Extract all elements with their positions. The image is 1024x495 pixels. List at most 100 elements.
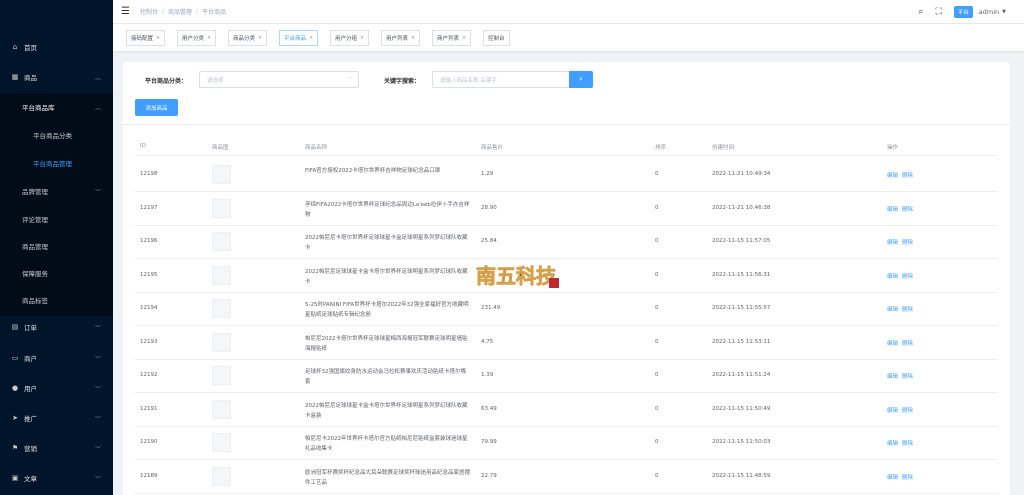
- row-actions: 编辑 删除: [887, 171, 917, 179]
- menu-toggle-icon[interactable]: ☰: [121, 6, 130, 17]
- sidebar-item-label: 文章: [24, 475, 37, 483]
- close-icon[interactable]: ×: [207, 35, 211, 41]
- add-goods-button[interactable]: 添加商品: [135, 99, 178, 116]
- delete-link[interactable]: 删除: [902, 240, 913, 246]
- sidebar-item-goods-manage[interactable]: 商品管理: [0, 239, 113, 253]
- edit-link[interactable]: 编辑: [887, 408, 898, 414]
- delete-link[interactable]: 删除: [902, 475, 913, 481]
- product-thumbnail[interactable]: [212, 467, 231, 486]
- edit-link[interactable]: 编辑: [887, 341, 898, 347]
- sidebar-item-user[interactable]: ● 用户 ﹀: [0, 381, 113, 395]
- close-icon[interactable]: ×: [360, 35, 364, 41]
- sidebar-item-goods-tag[interactable]: 商品标签: [0, 293, 113, 307]
- sidebar-item-platform-goods-lib[interactable]: 平台商品库 ︿: [0, 100, 113, 114]
- tags-view: 接码配置 × 用户分类 × 商品分类 × 平台商品 × 用户分组 × 用户列表 × 商户列表…: [113, 24, 1024, 52]
- product-thumbnail[interactable]: [212, 165, 231, 184]
- cell-sort: 0: [655, 272, 659, 278]
- search-button[interactable]: ⌕: [569, 71, 593, 88]
- cell-price: 28.90: [481, 205, 497, 211]
- product-thumbnail[interactable]: [212, 333, 231, 352]
- cell-price: 1.39: [481, 372, 494, 378]
- sidebar-item-article[interactable]: ▣ 文章 ﹀: [0, 471, 113, 485]
- delete-link[interactable]: 删除: [902, 207, 913, 213]
- cell-id: 12195: [140, 272, 158, 278]
- edit-link[interactable]: 编辑: [887, 374, 898, 380]
- tag-view-active[interactable]: 平台商品 ×: [279, 30, 319, 46]
- delete-link[interactable]: 删除: [902, 274, 913, 280]
- table-row: 12192 足球杯32强国旗纹身防水运动会马拉松赛事欢庆活动贴纸卡塔尔嘴套 1.39…: [135, 359, 997, 393]
- search-icon[interactable]: ⌕: [918, 7, 923, 17]
- fullscreen-icon[interactable]: ⛶: [935, 7, 941, 17]
- sidebar-item-platform-goods-manage[interactable]: 平台商品管理: [0, 156, 113, 170]
- product-thumbnail[interactable]: [212, 232, 231, 251]
- sidebar-item-promote[interactable]: ➤ 推广 ﹀: [0, 411, 113, 425]
- tag-view[interactable]: 接码配置 ×: [126, 30, 166, 46]
- sidebar-item-order[interactable]: ▤ 订单 ﹀: [0, 320, 113, 334]
- cell-sort: 0: [655, 339, 659, 345]
- product-thumbnail[interactable]: [212, 266, 231, 285]
- sidebar-item-platform-goods-category[interactable]: 平台商品分类: [0, 128, 113, 142]
- sidebar-item-marketing[interactable]: ⚑ 营销 ﹀: [0, 441, 113, 455]
- delete-link[interactable]: 删除: [902, 307, 913, 313]
- chevron-down-icon: ﹀: [94, 445, 101, 453]
- cell-price: 25.84: [481, 238, 497, 244]
- chevron-down-icon: ﹀: [94, 188, 101, 196]
- cell-id: 12189: [140, 473, 158, 479]
- tag-view[interactable]: 商品分类 ×: [228, 30, 268, 46]
- tag-view[interactable]: 用户分组 ×: [330, 30, 370, 46]
- breadcrumb-item[interactable]: 控制台: [140, 7, 158, 16]
- category-select[interactable]: 请选择 ﹀: [199, 71, 359, 88]
- sidebar-item-brand-manage[interactable]: 品牌管理 ﹀: [0, 184, 113, 198]
- column-header: 排序: [655, 145, 667, 151]
- product-thumbnail[interactable]: [212, 199, 231, 218]
- table-header: ID 商品图 商品名称 商品售价 排序 创建时间 操作: [135, 139, 997, 156]
- edit-link[interactable]: 编辑: [887, 307, 898, 313]
- sidebar-item-goods[interactable]: ▦ 商品 ︿: [0, 70, 113, 84]
- close-icon[interactable]: ×: [462, 35, 466, 41]
- user-name[interactable]: admin: [979, 8, 999, 16]
- product-thumbnail[interactable]: [212, 366, 231, 385]
- close-icon[interactable]: ×: [309, 35, 313, 41]
- cell-id: 12197: [140, 205, 158, 211]
- breadcrumb-item[interactable]: 商品管理: [168, 7, 192, 16]
- keyword-search-input[interactable]: 请输入商品名称,关键字: [432, 71, 569, 88]
- row-actions: 编辑 删除: [887, 205, 917, 213]
- delete-link[interactable]: 删除: [902, 173, 913, 179]
- close-icon[interactable]: ×: [258, 35, 262, 41]
- caret-down-icon[interactable]: ▼: [1002, 9, 1006, 15]
- table-row: 12197 孚缔FIFA2022卡塔尔世界杯足球纪念品周边La'eeb拉伊卜手办吉…: [135, 192, 997, 226]
- close-icon[interactable]: ×: [411, 35, 415, 41]
- edit-link[interactable]: 编辑: [887, 274, 898, 280]
- tag-view[interactable]: 控制台: [483, 30, 510, 46]
- cell-name: 足球杯32强国旗纹身防水运动会马拉松赛事欢庆活动贴纸卡塔尔嘴套: [305, 369, 467, 385]
- close-icon[interactable]: ×: [156, 35, 160, 41]
- column-header: 商品图: [212, 145, 229, 151]
- product-thumbnail[interactable]: [212, 433, 231, 452]
- tag-view[interactable]: 用户列表 ×: [381, 30, 421, 46]
- cell-created-time: 2022-11-15 11:50:03: [712, 439, 771, 445]
- delete-link[interactable]: 删除: [902, 441, 913, 447]
- product-thumbnail[interactable]: [212, 400, 231, 419]
- cell-created-time: 2022-11-15 11:48:59: [712, 473, 771, 479]
- row-actions: 编辑 删除: [887, 305, 917, 313]
- cell-id: 12196: [140, 238, 158, 244]
- sidebar-item-comment-manage[interactable]: 评论管理: [0, 212, 113, 226]
- edit-link[interactable]: 编辑: [887, 240, 898, 246]
- edit-link[interactable]: 编辑: [887, 173, 898, 179]
- tag-view[interactable]: 商户列表 ×: [432, 30, 472, 46]
- edit-link[interactable]: 编辑: [887, 441, 898, 447]
- product-thumbnail[interactable]: [212, 299, 231, 318]
- edit-link[interactable]: 编辑: [887, 207, 898, 213]
- table-row: 12193 帕尼尼2022卡塔尔世界杯足球球星梅西海报冠军联赛足球明星墙贴海报贴纸…: [135, 326, 997, 360]
- row-actions: 编辑 删除: [887, 238, 917, 246]
- sidebar-item-guarantee[interactable]: 保障服务: [0, 266, 113, 280]
- delete-link[interactable]: 删除: [902, 341, 913, 347]
- sidebar-item-merchant[interactable]: ▭ 商户 ﹀: [0, 351, 113, 365]
- delete-link[interactable]: 删除: [902, 408, 913, 414]
- tag-label: 用户分类: [182, 36, 205, 42]
- sidebar-item-home[interactable]: ⌂ 首页: [0, 40, 113, 54]
- tag-label: 用户分组: [335, 36, 358, 42]
- tag-view[interactable]: 用户分类 ×: [177, 30, 217, 46]
- delete-link[interactable]: 删除: [902, 374, 913, 380]
- edit-link[interactable]: 编辑: [887, 475, 898, 481]
